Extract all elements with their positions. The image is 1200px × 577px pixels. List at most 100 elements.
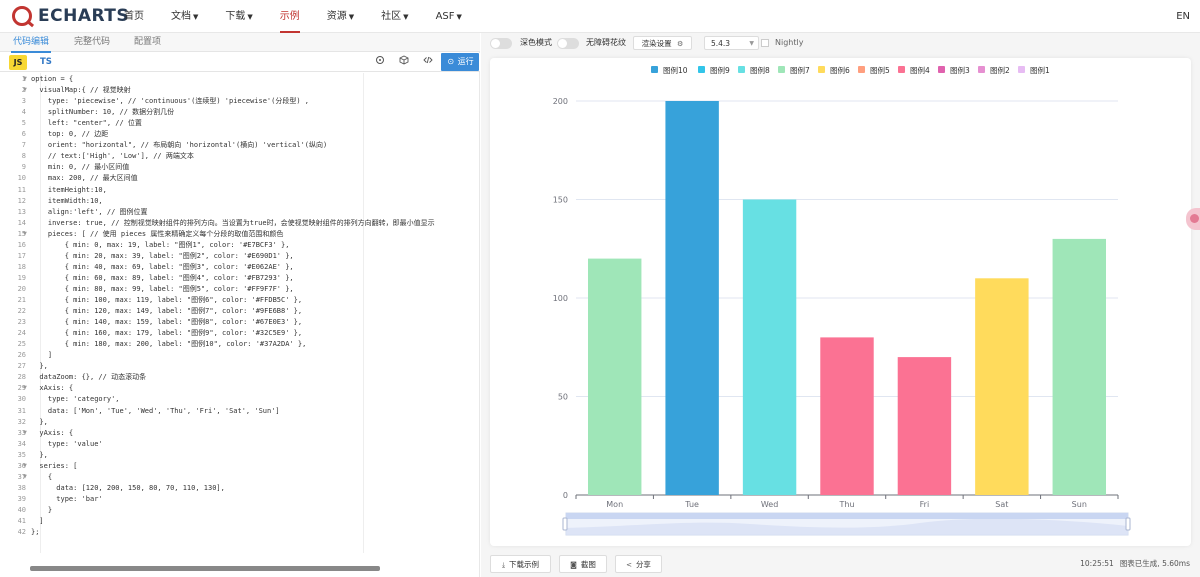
code-line: dataZoom: {}, // 动态滚动条 <box>31 373 147 382</box>
legend-label[interactable]: 图例5 <box>870 65 890 75</box>
nav-item-3[interactable]: 示例 <box>279 0 300 33</box>
legend-swatch[interactable] <box>698 66 705 73</box>
floating-helper-icon[interactable] <box>1186 208 1200 230</box>
code-line: max: 200, // 最大区间值 <box>31 174 138 183</box>
code-line: align:'left', // 图例位置 <box>31 207 148 216</box>
bar-sat[interactable] <box>975 278 1029 495</box>
bar-mon[interactable] <box>588 258 642 495</box>
code-line: type: 'piecewise', // 'continuous'(连续型) … <box>31 97 310 106</box>
top-navbar: ECHARTS 首页 文档 ▼ 下载 ▼ 示例 资源 ▼ 社区 ▼ ASF ▼ EN <box>0 0 1200 33</box>
legend-label[interactable]: 图例2 <box>990 65 1010 75</box>
fold-toggle-icon[interactable]: ▼ <box>23 74 27 84</box>
chevron-down-icon: ▼ <box>456 13 462 21</box>
dark-mode-toggle[interactable] <box>490 38 512 49</box>
legend-label[interactable]: 图例8 <box>750 65 770 75</box>
chevron-down-icon: ▼ <box>247 13 253 21</box>
code-editor[interactable]: 1 2 3 4 5 6 7 8 9 10 11 12 13 14 15 16 17 18 19 20 21 22 23 24 2… <box>0 73 480 565</box>
code-line: pieces: [ // 使用 pieces 属性来精确定义每个分段的取值范围和… <box>31 229 284 238</box>
tab-full-code[interactable]: 完整代码 <box>74 33 110 52</box>
code-line: }, <box>31 450 48 459</box>
legend-swatch[interactable] <box>978 66 985 73</box>
nav-item-4[interactable]: 资源 ▼ <box>327 0 354 33</box>
dark-mode-label: 深色模式 <box>520 38 552 47</box>
run-button[interactable]: ⊙ 运行 <box>441 53 479 71</box>
tab-code-edit[interactable]: 代码编辑 <box>10 33 52 53</box>
nav-item-label: 社区 <box>381 11 402 22</box>
cube-icon[interactable] <box>396 55 412 70</box>
nav-item-0[interactable]: 首页 <box>124 0 144 33</box>
screenshot-button[interactable]: ◙ 截图 <box>559 555 607 573</box>
legend-swatch[interactable] <box>938 66 945 73</box>
fold-toggle-icon[interactable]: ▼ <box>23 383 27 393</box>
legend-swatch[interactable] <box>778 66 785 73</box>
line-number: 26 <box>17 351 26 360</box>
fold-toggle-icon[interactable]: ▼ <box>23 229 27 239</box>
echarts-logo[interactable]: ECHARTS <box>12 6 129 26</box>
x-tick-label: Sat <box>995 500 1008 509</box>
line-number: 19 <box>17 273 26 282</box>
code-line: { min: 140, max: 159, label: "图例8", colo… <box>31 318 303 327</box>
share-button[interactable]: < 分享 <box>615 555 662 573</box>
code-line: type: 'bar' <box>31 494 103 503</box>
datazoom-selection[interactable] <box>566 513 1128 519</box>
nav-item-6[interactable]: ASF ▼ <box>436 0 462 33</box>
language-switch[interactable]: EN <box>1176 0 1190 33</box>
run-button-label: 运行 <box>457 57 474 66</box>
legend-label[interactable]: 图例1 <box>1030 65 1050 75</box>
legend-label[interactable]: 图例3 <box>950 65 970 75</box>
nightly-checkbox[interactable] <box>761 39 769 47</box>
render-time: 10:25:51 <box>1080 559 1114 568</box>
fold-toggle-icon[interactable]: ▼ <box>23 85 27 95</box>
bar-fri[interactable] <box>897 357 952 495</box>
legend-swatch[interactable] <box>1018 66 1025 73</box>
bar-wed[interactable] <box>742 199 797 496</box>
datazoom-left-handle[interactable] <box>562 517 568 531</box>
line-number: 12 <box>17 196 26 205</box>
code-line: { min: 120, max: 149, label: "图例7", colo… <box>31 307 303 316</box>
legend-swatch[interactable] <box>818 66 825 73</box>
render-settings-button[interactable]: 渲染设置 ⚙ <box>633 36 692 50</box>
code-line: { min: 180, max: 200, label: "图例10", col… <box>31 340 307 349</box>
version-select[interactable]: 5.4.3 ▼ <box>704 36 759 50</box>
legend-swatch[interactable] <box>858 66 865 73</box>
bar-chart[interactable]: 0 50 100 150 200 Mon Tue Wed Thu Fri Sat Sun 图例10 图例9… <box>490 58 1191 546</box>
lang-js-button[interactable]: JS <box>9 55 27 70</box>
logo-icon <box>12 6 32 26</box>
bar-thu[interactable] <box>820 337 874 495</box>
line-number: 17 <box>17 251 26 260</box>
code-line: data: ['Mon', 'Tue', 'Wed', 'Thu', 'Fri'… <box>31 406 280 415</box>
datazoom-right-handle[interactable] <box>1125 517 1131 531</box>
line-number: 18 <box>17 262 26 271</box>
legend-swatch[interactable] <box>651 66 658 73</box>
horizontal-scrollbar[interactable] <box>30 566 380 571</box>
gear-icon: ⚙ <box>677 40 684 48</box>
legend-swatch[interactable] <box>738 66 745 73</box>
bar-tue[interactable] <box>665 101 719 495</box>
line-number: 23 <box>17 318 26 327</box>
fold-toggle-icon[interactable]: ▼ <box>23 472 27 482</box>
lang-ts-button[interactable]: TS <box>40 55 52 70</box>
decal-toggle[interactable] <box>557 38 579 49</box>
tab-config[interactable]: 配置项 <box>134 33 161 52</box>
code-line: { min: 0, max: 19, label: "图例1", color: … <box>31 240 290 249</box>
nav-item-5[interactable]: 社区 ▼ <box>381 0 408 33</box>
format-code-icon[interactable] <box>372 55 388 70</box>
legend-label[interactable]: 图例4 <box>910 65 930 75</box>
nav-item-1[interactable]: 文档 ▼ <box>171 0 198 33</box>
line-number: 5 <box>21 119 26 128</box>
legend-label[interactable]: 图例10 <box>663 65 688 75</box>
legend-swatch[interactable] <box>898 66 905 73</box>
code-line: splitNumber: 10, // 数据分割几份 <box>31 108 175 117</box>
code-line: // text:['High', 'Low'], // 两端文本 <box>31 152 194 161</box>
legend-label[interactable]: 图例7 <box>790 65 810 75</box>
code-line: min: 0, // 最小区间值 <box>31 163 130 172</box>
fold-toggle-icon[interactable]: ▼ <box>23 461 27 471</box>
code-line: inverse: true, // 控制视觉映射组件的排列方向。当设置为true… <box>31 218 435 227</box>
legend-label[interactable]: 图例9 <box>710 65 730 75</box>
fold-toggle-icon[interactable]: ▼ <box>23 428 27 438</box>
download-example-button[interactable]: ⤓ 下载示例 <box>490 555 551 573</box>
bar-sun[interactable] <box>1052 238 1106 495</box>
code-view-icon[interactable] <box>420 55 436 70</box>
legend-label[interactable]: 图例6 <box>830 65 850 75</box>
nav-item-2[interactable]: 下载 ▼ <box>225 0 252 33</box>
